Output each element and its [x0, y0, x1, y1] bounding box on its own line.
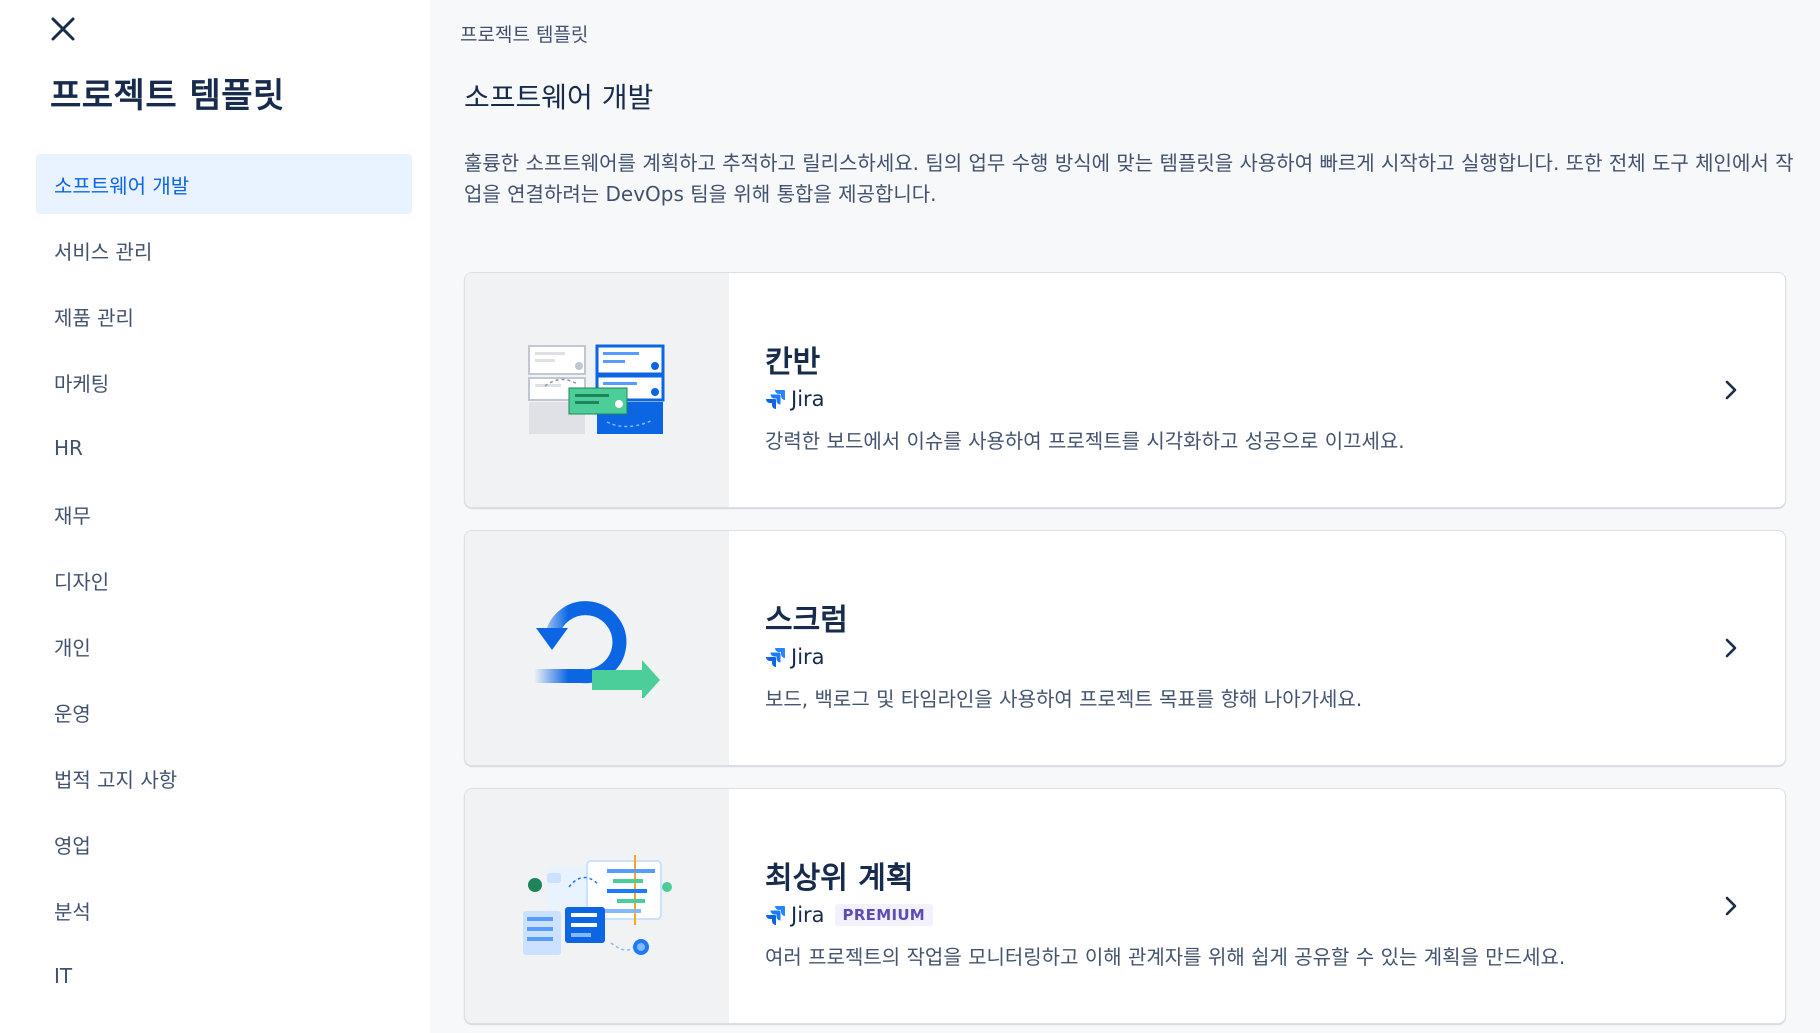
page-title: 소프트웨어 개발: [464, 81, 654, 114]
nav-item-marketing[interactable]: 마케팅: [36, 352, 412, 412]
jira-logo-icon: [766, 390, 785, 409]
sidebar-title: 프로젝트 템플릿: [50, 76, 285, 116]
kanban-illustration: [465, 273, 729, 507]
close-icon: [51, 17, 75, 41]
product-name: Jira: [791, 903, 825, 927]
nav-item-sales[interactable]: 영업: [36, 814, 412, 874]
product-name: Jira: [791, 645, 825, 669]
nav-item-label: 재무: [54, 503, 91, 528]
nav-item-label: 법적 고지 사항: [54, 767, 178, 792]
category-nav: 소프트웨어 개발 서비스 관리 제품 관리 마케팅 HR 재무 디자인 개인 운…: [36, 154, 412, 1012]
card-description: 강력한 보드에서 이슈를 사용하여 프로젝트를 시각화하고 성공으로 이끄세요.: [765, 429, 1405, 453]
breadcrumb[interactable]: 프로젝트 템플릿: [460, 20, 588, 47]
nav-item-label: 소프트웨어 개발: [54, 173, 190, 198]
nav-item-operations[interactable]: 운영: [36, 682, 412, 742]
premium-badge: PREMIUM: [834, 904, 934, 926]
nav-item-label: IT: [54, 964, 73, 988]
main-content: 프로젝트 템플릿 소프트웨어 개발 훌륭한 소프트웨어를 계획하고 추적하고 릴…: [430, 0, 1820, 1033]
nav-item-service-management[interactable]: 서비스 관리: [36, 220, 412, 280]
card-title: 최상위 계획: [765, 861, 914, 896]
card-body: 칸반 Jira 강력한 보드에서 이슈를 사용하여 프로젝트를 시각화하고 성공…: [729, 273, 1785, 507]
nav-item-label: 디자인: [54, 569, 110, 594]
chevron-right-icon: [1719, 636, 1743, 660]
nav-item-label: 영업: [54, 833, 91, 858]
nav-item-it[interactable]: IT: [36, 946, 412, 1006]
page-description: 훌륭한 소프트웨어를 계획하고 추적하고 릴리스하세요. 팀의 업무 수행 방식…: [464, 151, 1794, 206]
nav-item-analytics[interactable]: 분석: [36, 880, 412, 940]
card-description: 보드, 백로그 및 타임라인을 사용하여 프로젝트 목표를 향해 나아가세요.: [765, 687, 1363, 711]
card-body: 최상위 계획 Jira PREMIUM 여러 프로젝트의 작업을 모니터링하고 …: [729, 789, 1785, 1023]
nav-item-legal[interactable]: 법적 고지 사항: [36, 748, 412, 808]
template-card-top-level-planning[interactable]: 최상위 계획 Jira PREMIUM 여러 프로젝트의 작업을 모니터링하고 …: [464, 788, 1786, 1024]
chevron-right-icon: [1719, 378, 1743, 402]
card-title: 스크럼: [765, 603, 848, 638]
jira-logo-icon: [766, 648, 785, 667]
product-name: Jira: [791, 387, 825, 411]
nav-item-software-development[interactable]: 소프트웨어 개발: [36, 154, 412, 214]
nav-item-product-management[interactable]: 제품 관리: [36, 286, 412, 346]
card-description: 여러 프로젝트의 작업을 모니터링하고 이해 관계자를 위해 쉽게 공유할 수 …: [765, 945, 1566, 969]
nav-item-design[interactable]: 디자인: [36, 550, 412, 610]
nav-item-label: 제품 관리: [54, 305, 134, 330]
card-product: Jira: [765, 643, 1785, 671]
sidebar: 프로젝트 템플릿 소프트웨어 개발 서비스 관리 제품 관리 마케팅 HR 재무…: [0, 0, 430, 1033]
nav-item-personal[interactable]: 개인: [36, 616, 412, 676]
chevron-right-icon: [1719, 894, 1743, 918]
nav-item-label: 개인: [54, 635, 91, 660]
nav-item-label: 운영: [54, 701, 91, 726]
template-list: 칸반 Jira 강력한 보드에서 이슈를 사용하여 프로젝트를 시각화하고 성공…: [464, 272, 1786, 1033]
nav-item-label: 마케팅: [54, 371, 110, 396]
jira-logo-icon: [766, 906, 785, 925]
nav-item-hr[interactable]: HR: [36, 418, 412, 478]
template-card-kanban[interactable]: 칸반 Jira 강력한 보드에서 이슈를 사용하여 프로젝트를 시각화하고 성공…: [464, 272, 1786, 508]
template-card-scrum[interactable]: 스크럼 Jira 보드, 백로그 및 타임라인을 사용하여 프로젝트 목표를 향…: [464, 530, 1786, 766]
close-button[interactable]: [44, 10, 82, 48]
nav-item-label: HR: [54, 436, 83, 460]
scrum-illustration: [465, 531, 729, 765]
card-body: 스크럼 Jira 보드, 백로그 및 타임라인을 사용하여 프로젝트 목표를 향…: [729, 531, 1785, 765]
card-product: Jira: [765, 385, 1785, 413]
card-product: Jira PREMIUM: [765, 901, 1785, 929]
nav-item-label: 서비스 관리: [54, 239, 153, 264]
top-level-planning-illustration: [465, 789, 729, 1023]
nav-item-label: 분석: [54, 899, 91, 924]
card-title: 칸반: [765, 345, 821, 380]
nav-item-finance[interactable]: 재무: [36, 484, 412, 544]
